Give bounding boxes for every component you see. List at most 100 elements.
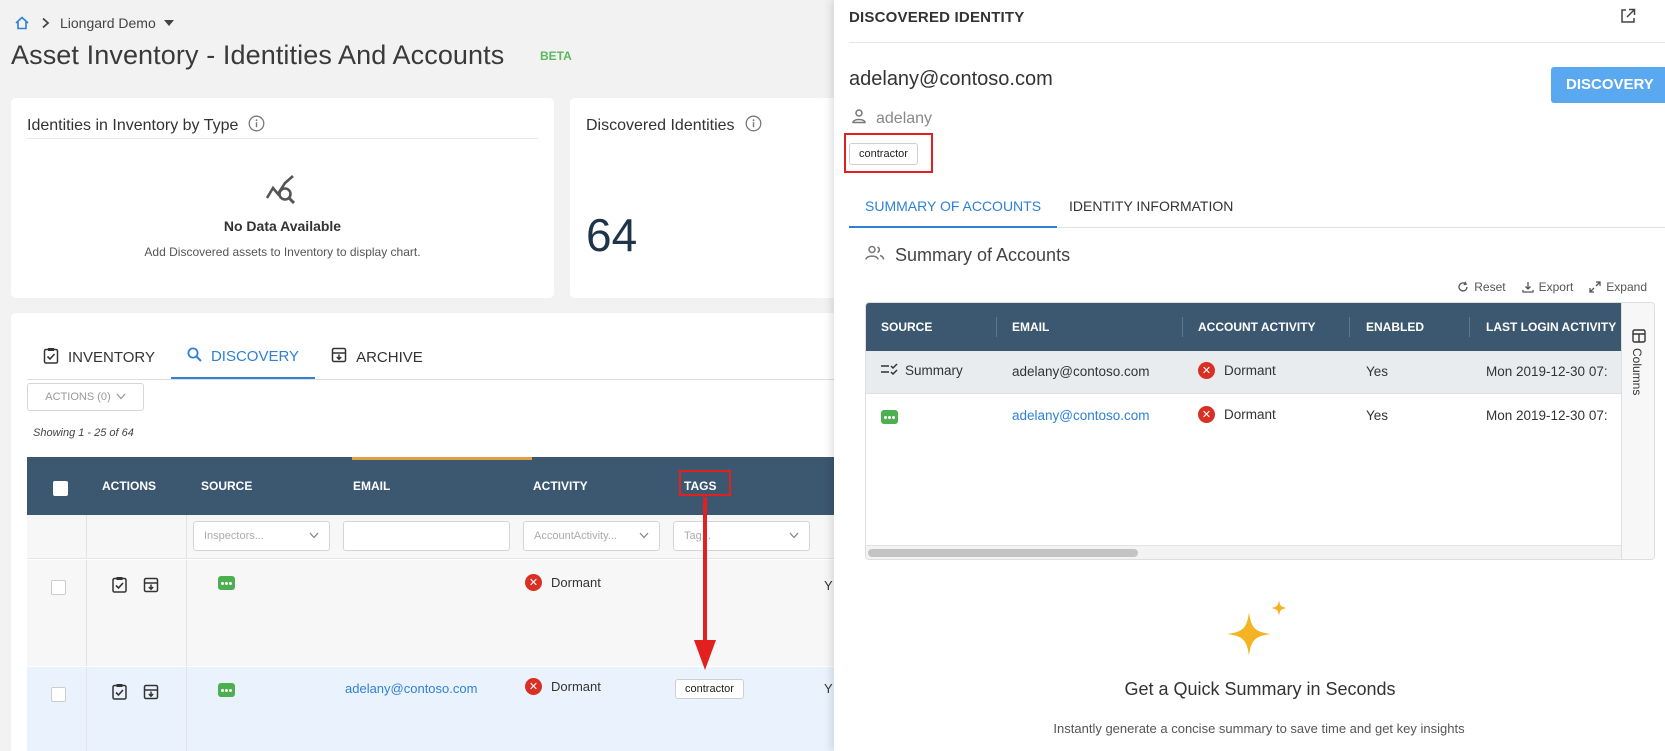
columns-side-panel[interactable]: Columns	[1621, 303, 1654, 559]
source-cell: Summary	[881, 363, 963, 378]
add-to-inventory-icon[interactable]	[111, 576, 128, 596]
source-app-icon	[218, 683, 235, 697]
discovered-count: 64	[586, 209, 638, 261]
row-email[interactable]: adelany@contoso.com	[345, 681, 477, 696]
activity-status: ✕ Dormant	[525, 678, 601, 695]
bulk-actions-button[interactable]: ACTIONS (0)	[27, 383, 144, 411]
annotation-arrow	[703, 497, 707, 642]
column-header-actions[interactable]: ACTIONS	[102, 479, 156, 493]
reset-label: Reset	[1474, 280, 1506, 294]
source-text: Summary	[905, 363, 963, 378]
archive-icon[interactable]	[143, 577, 159, 596]
divider	[86, 515, 87, 558]
tags-highlight-box	[679, 470, 731, 496]
enabled-cell: Yes	[1366, 364, 1389, 379]
grid-header: SOURCE EMAIL ACCOUNT ACTIVITY ENABLED LA…	[866, 303, 1621, 351]
column-header-email[interactable]: EMAIL	[353, 479, 390, 493]
chevron-down-icon	[639, 530, 649, 542]
drawer-title: DISCOVERED IDENTITY	[849, 9, 1025, 26]
divider	[1182, 317, 1183, 337]
activity-filter[interactable]: AccountActivity...	[523, 521, 660, 551]
source-filter[interactable]: Inspectors...	[193, 521, 330, 551]
main-page: Liongard Demo Asset Inventory - Identiti…	[0, 0, 834, 751]
columns-label: Columns	[1630, 348, 1644, 396]
divider	[86, 667, 87, 751]
export-label: Export	[1538, 280, 1574, 294]
tab-inventory[interactable]: INVENTORY	[27, 335, 171, 379]
column-header-account-activity[interactable]: ACCOUNT ACTIVITY	[1198, 320, 1316, 334]
chevron-down-icon	[789, 530, 799, 542]
breadcrumb: Liongard Demo	[14, 15, 174, 31]
chevron-down-icon	[116, 391, 126, 403]
activity-cell: ✕ Dormant	[1198, 362, 1276, 379]
download-icon	[1521, 282, 1534, 293]
tab-identity-information[interactable]: IDENTITY INFORMATION	[1053, 188, 1249, 228]
dormant-x-icon: ✕	[525, 678, 542, 695]
person-icon	[851, 108, 867, 129]
horizontal-scrollbar[interactable]	[868, 549, 1138, 557]
column-header-source[interactable]: SOURCE	[881, 320, 932, 334]
refresh-icon	[1458, 281, 1468, 292]
home-icon[interactable]	[14, 15, 30, 31]
email-link[interactable]: adelany@contoso.com	[1012, 408, 1150, 423]
identity-email: adelany@contoso.com	[849, 68, 1053, 90]
tab-summary-of-accounts[interactable]: SUMMARY OF ACCOUNTS	[849, 188, 1058, 228]
tags-filter[interactable]: Tag...	[673, 521, 810, 551]
reset-button[interactable]: Reset	[1457, 280, 1506, 294]
column-header-activity[interactable]: ACTIVITY	[533, 479, 588, 493]
annotation-arrow-head	[694, 640, 716, 670]
org-selector[interactable]: Liongard Demo	[60, 15, 174, 31]
no-data-chart-icon	[265, 174, 297, 209]
source-app-icon	[218, 576, 235, 590]
export-button[interactable]: Export	[1521, 280, 1574, 294]
sort-indicator	[352, 457, 532, 460]
caret-down-icon	[163, 20, 174, 26]
activity-text: Dormant	[1224, 363, 1276, 378]
clipboard-check-icon	[43, 347, 59, 368]
tab-label: ARCHIVE	[356, 348, 423, 366]
identity-tag-chip[interactable]: contractor	[849, 143, 918, 165]
table-row[interactable]: adelany@contoso.com ✕ Dormant Yes Mon 20…	[866, 395, 1621, 438]
section-title: Summary of Accounts	[865, 245, 1070, 266]
activity-text: Dormant	[551, 679, 601, 694]
truncated-cell: Y	[824, 578, 833, 593]
activity-text: Dormant	[551, 575, 601, 590]
divider	[1469, 317, 1470, 337]
tag-chip[interactable]: contractor	[675, 679, 744, 699]
column-header-last-login[interactable]: LAST LOGIN ACTIVITY	[1486, 320, 1616, 334]
expand-button[interactable]: Expand	[1589, 280, 1647, 294]
tab-discovery[interactable]: DISCOVERY	[170, 335, 316, 379]
archive-icon[interactable]	[143, 684, 159, 703]
source-app-icon	[881, 410, 898, 424]
pagination-summary: Showing 1 - 25 of 64	[33, 427, 134, 439]
last-login-cell: Mon 2019-12-30 07:	[1486, 408, 1608, 423]
column-header-email[interactable]: EMAIL	[1012, 320, 1049, 334]
sparkle-icon	[1227, 600, 1293, 667]
row-checkbox[interactable]	[51, 687, 66, 702]
divider	[186, 515, 187, 558]
tab-archive[interactable]: ARCHIVE	[315, 335, 439, 379]
open-in-new-icon[interactable]	[1620, 8, 1636, 29]
add-to-inventory-icon[interactable]	[111, 683, 128, 703]
identity-username: adelany	[851, 108, 932, 129]
column-header-source[interactable]: SOURCE	[201, 479, 252, 493]
info-icon[interactable]	[745, 115, 762, 137]
last-login-cell: Mon 2019-12-30 07:	[1486, 364, 1608, 379]
table-row[interactable]: Summary adelany@contoso.com ✕ Dormant Ye…	[866, 351, 1621, 394]
grid-toolbar: Reset Export Expand	[1457, 280, 1647, 294]
accounts-grid: SOURCE EMAIL ACCOUNT ACTIVITY ENABLED LA…	[865, 302, 1655, 560]
email-filter[interactable]	[343, 521, 510, 551]
section-title-text: Summary of Accounts	[895, 245, 1071, 265]
column-header-enabled[interactable]: ENABLED	[1366, 320, 1424, 334]
beta-badge: BETA	[540, 49, 572, 63]
discovery-dropdown-button[interactable]: DISCOVERY	[1551, 67, 1665, 103]
no-data-title: No Data Available	[223, 218, 342, 234]
search-icon	[187, 347, 202, 366]
archive-icon	[331, 347, 347, 367]
org-name: Liongard Demo	[60, 15, 156, 31]
row-checkbox[interactable]	[51, 580, 66, 595]
table-row[interactable]: adelany@contoso.com ✕ Dormant contractor…	[27, 667, 834, 751]
select-all-checkbox[interactable]	[53, 481, 68, 496]
tab-label: DISCOVERY	[210, 347, 300, 365]
info-icon[interactable]	[248, 115, 265, 137]
